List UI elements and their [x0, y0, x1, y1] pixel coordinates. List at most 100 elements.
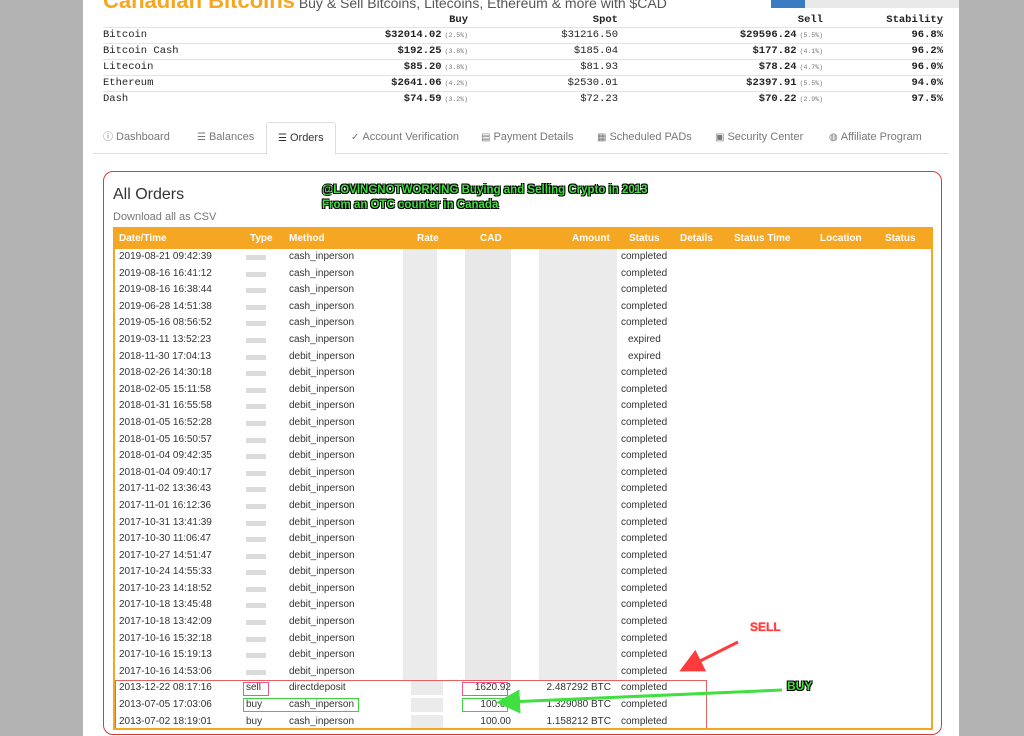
order-datetime: 2017-11-01 16:12:36: [119, 499, 212, 511]
buy-value: $192.25: [397, 45, 442, 57]
order-method: debit_inperson: [289, 383, 355, 395]
table-row[interactable]: 2019-03-11 13:52:23 cash_inperson expired: [115, 331, 931, 349]
order-method: debit_inperson: [289, 582, 355, 594]
tab-label: Scheduled PADs: [609, 131, 692, 143]
highlight-buy-type-method: [243, 698, 359, 713]
tab-orders[interactable]: ☰ Orders: [266, 122, 336, 155]
order-datetime: 2019-08-16 16:41:12: [119, 267, 212, 279]
table-row[interactable]: 2017-10-18 13:42:09 debit_inperson complet…: [115, 614, 931, 631]
tab-scheduled-pads[interactable]: ▦ Scheduled PADs: [597, 122, 692, 154]
table-row[interactable]: 2017-10-30 11:06:47 debit_inperson complet…: [115, 531, 931, 548]
tab-label: Account Verification: [362, 131, 460, 143]
redacted-cad: [465, 431, 511, 449]
table-row[interactable]: 2019-08-21 09:42:39 cash_inperson complete…: [115, 249, 931, 266]
redacted-amount: [539, 497, 617, 515]
redacted-rate: [403, 663, 437, 681]
redacted-amount: [539, 381, 617, 399]
order-status: completed: [621, 566, 668, 578]
table-row[interactable]: 2017-10-16 15:32:18 debit_inperson complet…: [115, 630, 931, 648]
sell-value: $29596.24: [739, 29, 797, 41]
col-rate: Rate: [417, 233, 439, 244]
redacted-rate: [403, 249, 437, 266]
order-status: completed: [621, 267, 668, 279]
redacted-rate: [403, 564, 437, 581]
sell-price: $29596.24 (5.5%): [618, 26, 823, 43]
table-row[interactable]: 2018-01-04 09:42:35 debit_inperson complet…: [115, 448, 931, 465]
table-row[interactable]: 2018-01-04 09:40:17 debit_inperson complet…: [115, 464, 931, 482]
order-method: debit_inperson: [289, 549, 355, 561]
order-status: completed: [621, 599, 668, 611]
download-csv-link[interactable]: Download all as CSV: [113, 211, 216, 223]
redacted-type: [246, 420, 266, 426]
coin-name: Ethereum: [103, 74, 223, 91]
table-row[interactable]: 2018-01-05 16:52:28 debit_inperson complet…: [115, 414, 931, 432]
table-row[interactable]: 2017-10-31 13:41:39 debit_inperson complet…: [115, 514, 931, 532]
price-table: Buy Spot Sell Stability Bitcoin $32014.02…: [103, 13, 943, 107]
buy-price: $192.25 (3.8%): [223, 42, 468, 59]
tab-payment-details[interactable]: ▤ Payment Details: [481, 122, 574, 154]
redacted-amount: [539, 315, 617, 332]
table-row[interactable]: 2017-10-27 14:51:47 debit_inperson complet…: [115, 547, 931, 565]
table-row[interactable]: 2017-11-02 13:36:43 debit_inperson complet…: [115, 481, 931, 498]
redacted-type: [246, 404, 266, 410]
table-row[interactable]: 2018-02-05 15:11:58 debit_inperson complet…: [115, 381, 931, 399]
table-row[interactable]: 2018-11-30 17:04:13 debit_inperson expired: [115, 348, 931, 366]
table-row[interactable]: 2017-11-01 16:12:36 debit_inperson complet…: [115, 497, 931, 515]
redacted-type: [246, 288, 266, 294]
table-row[interactable]: 2018-01-05 16:50:57 debit_inperson complet…: [115, 431, 931, 449]
price-col-buy: Buy: [449, 13, 468, 26]
table-row[interactable]: 2019-08-16 16:41:12 cash_inperson complete…: [115, 265, 931, 283]
redacted-cad: [465, 315, 511, 332]
table-row[interactable]: 2017-10-24 14:55:33 debit_inperson complet…: [115, 564, 931, 581]
sell-price: $2397.91 (5.5%): [618, 74, 823, 91]
sell-price: $177.82 (4.1%): [618, 42, 823, 59]
redacted-cad: [465, 464, 511, 482]
redacted-cad: [465, 614, 511, 631]
redacted-cad: [465, 448, 511, 465]
table-row[interactable]: 2019-05-16 08:56:52 cash_inperson complete…: [115, 315, 931, 332]
price-col-sell: Sell: [797, 13, 823, 26]
page: Canadian Bitcoins Buy & Sell Bitcoins, L…: [83, 0, 959, 736]
redacted-rate: [403, 365, 437, 382]
spot-price: $81.93: [468, 58, 618, 75]
tab-dashboard[interactable]: ⓘ Dashboard: [103, 122, 170, 154]
order-datetime: 2019-03-11 13:52:23: [119, 333, 212, 345]
table-row[interactable]: 2019-08-16 16:38:44 cash_inperson complete…: [115, 282, 931, 299]
table-row[interactable]: 2017-10-16 15:19:13 debit_inperson complet…: [115, 647, 931, 664]
header-bar-track: [805, 0, 959, 8]
price-table-header: Buy Spot Sell Stability: [103, 13, 943, 27]
tab-account-verification[interactable]: ✓ Account Verification: [351, 122, 459, 154]
redacted-cad: [465, 298, 511, 316]
order-datetime: 2017-10-18 13:42:09: [119, 616, 212, 628]
redacted-cad: [465, 282, 511, 299]
redacted-rate: [403, 481, 437, 498]
order-datetime: 2019-08-21 09:42:39: [119, 251, 212, 262]
redacted-rate: [403, 282, 437, 299]
table-row[interactable]: 2017-10-23 14:18:52 debit_inperson complet…: [115, 580, 931, 598]
tab-security-center[interactable]: ▣ Security Center: [715, 122, 803, 154]
order-status: completed: [621, 251, 668, 262]
tab-affiliate-program[interactable]: ◍ Affiliate Program: [829, 122, 922, 154]
tab-balances[interactable]: ☰ Balances: [197, 122, 254, 154]
order-status: completed: [621, 549, 668, 561]
order-status: completed: [621, 632, 668, 644]
price-row: Dash $74.59 (3.2%) $72.23 $70.22 (2.9%) 97.5%: [103, 90, 943, 107]
table-row[interactable]: 2017-10-16 14:53:06 debit_inperson complet…: [115, 663, 931, 681]
coin-name: Bitcoin: [103, 26, 223, 43]
redacted-amount: [539, 282, 617, 299]
table-row[interactable]: 2018-02-26 14:30:18 debit_inperson complet…: [115, 365, 931, 382]
order-datetime: 2019-06-28 14:51:38: [119, 300, 212, 312]
redacted-type: [246, 271, 266, 277]
buy-pct: (3.8%): [444, 64, 468, 71]
table-row[interactable]: 2019-06-28 14:51:38 cash_inperson complete…: [115, 298, 931, 316]
col-cad: CAD: [480, 233, 502, 244]
tab-label: Payment Details: [493, 131, 574, 143]
stability-text: 97.5%: [911, 93, 943, 106]
table-row[interactable]: 2017-10-18 13:45:48 debit_inperson complet…: [115, 597, 931, 615]
order-status: completed: [621, 499, 668, 511]
site-brand[interactable]: Canadian Bitcoins: [103, 0, 295, 13]
table-row[interactable]: 2018-01-31 16:55:58 debit_inperson complet…: [115, 398, 931, 415]
stability-value: 94.0%: [823, 74, 943, 91]
price-row: Ethereum $2641.06 (4.2%) $2530.01 $2397.91 (5…: [103, 74, 943, 91]
check-circle-icon: ✓: [351, 132, 360, 143]
